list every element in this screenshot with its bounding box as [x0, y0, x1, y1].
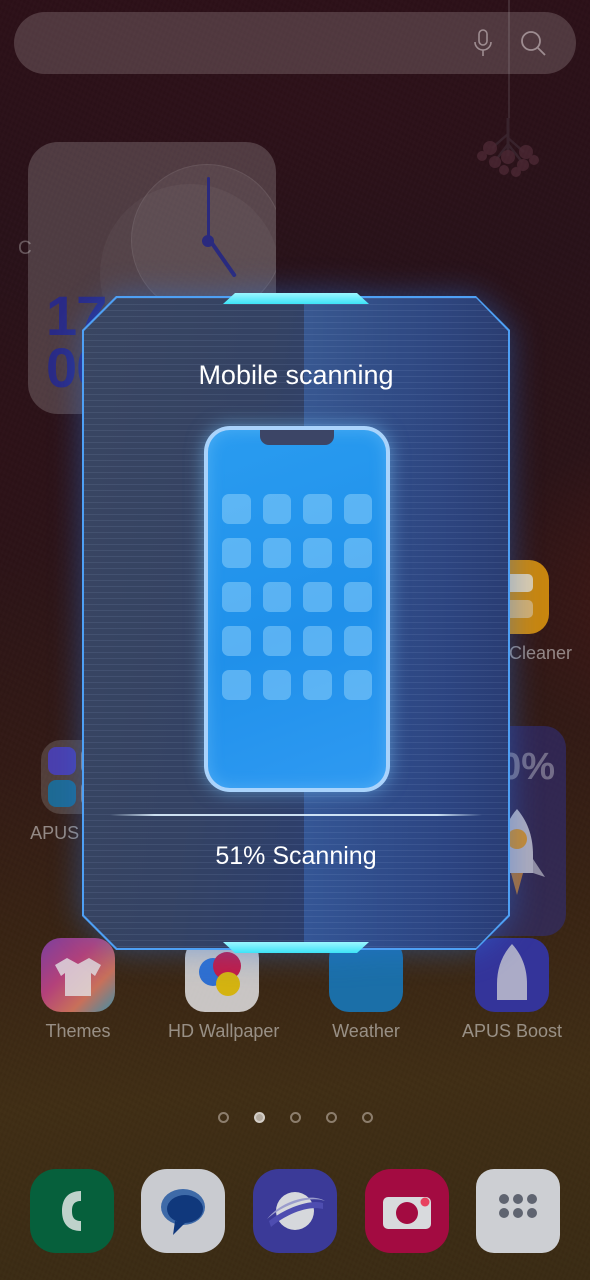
phone-app-tile: [222, 538, 251, 568]
search-bar[interactable]: [14, 12, 576, 74]
phone-app-tile: [222, 670, 251, 700]
phone-app-tile: [222, 582, 251, 612]
dialog-surface: Mobile scanning 51% Scanning: [84, 298, 508, 948]
phone-app-tile: [262, 626, 291, 656]
folder-mini-clock-icon: [48, 779, 76, 807]
phone-app-tile: [343, 494, 372, 524]
clock-side-label: C: [18, 238, 32, 259]
phone-notch: [260, 430, 334, 445]
scan-status-text: 51% Scanning: [215, 842, 377, 870]
phone-app-tile: [303, 670, 332, 700]
app-themes[interactable]: Themes: [24, 938, 132, 1042]
phone-app-tile: [343, 582, 372, 612]
dock-internet-icon[interactable]: [252, 1169, 337, 1253]
app-label-themes: Themes: [45, 1021, 111, 1041]
dock: [0, 1163, 590, 1259]
phone-app-tile: [303, 626, 332, 656]
dialog-title: Mobile scanning: [198, 360, 394, 390]
phone-illustration: [204, 426, 390, 792]
app-apus-boost[interactable]: APUS Boost: [458, 938, 566, 1042]
microphone-icon[interactable]: [470, 28, 496, 58]
dialog-top-accent-tab: [223, 293, 369, 304]
app-label-apus-boost: APUS Boost: [461, 1021, 563, 1041]
phone-app-tile: [262, 582, 291, 612]
page-dot-2[interactable]: [253, 1112, 265, 1123]
folder-mini-weather-icon: [48, 747, 76, 775]
app-weather[interactable]: Weather: [312, 938, 420, 1042]
page-indicator[interactable]: [0, 1112, 590, 1123]
page-dot-1[interactable]: [217, 1112, 229, 1123]
page-dot-4[interactable]: [325, 1112, 337, 1123]
phone-app-tile: [343, 538, 372, 568]
clock-minute-hand: [207, 177, 210, 239]
phone-app-tile: [222, 494, 251, 524]
phone-app-tile: [222, 626, 251, 656]
dialog-divider: [110, 814, 482, 816]
phone-app-tile: [262, 670, 291, 700]
dialog-bottom-accent-tab: [223, 942, 369, 953]
dock-app-drawer-icon[interactable]: [476, 1169, 561, 1253]
dock-phone-icon[interactable]: [29, 1169, 114, 1253]
dock-camera-icon[interactable]: [364, 1169, 449, 1253]
mobile-scanning-dialog[interactable]: Mobile scanning 51% Scanning: [82, 293, 510, 953]
phone-app-tile: [343, 670, 372, 700]
phone-app-tile: [303, 538, 332, 568]
phone-app-tile: [303, 494, 332, 524]
search-icon[interactable]: [518, 28, 548, 58]
phone-app-tile: [343, 626, 372, 656]
phone-app-grid: [222, 494, 372, 700]
clock-center-pin: [202, 235, 214, 247]
page-dot-5[interactable]: [361, 1112, 373, 1123]
app-hd-wallpaper[interactable]: HD Wallpaper: [168, 938, 280, 1042]
phone-app-tile: [303, 582, 332, 612]
app-label-hd-wallpaper: HD Wallpaper: [168, 1021, 280, 1041]
page-dot-3[interactable]: [289, 1112, 301, 1123]
phone-app-tile: [262, 494, 291, 524]
phone-app-tile: [262, 538, 291, 568]
dock-messages-icon[interactable]: [141, 1169, 226, 1253]
app-label-weather: Weather: [332, 1021, 400, 1041]
